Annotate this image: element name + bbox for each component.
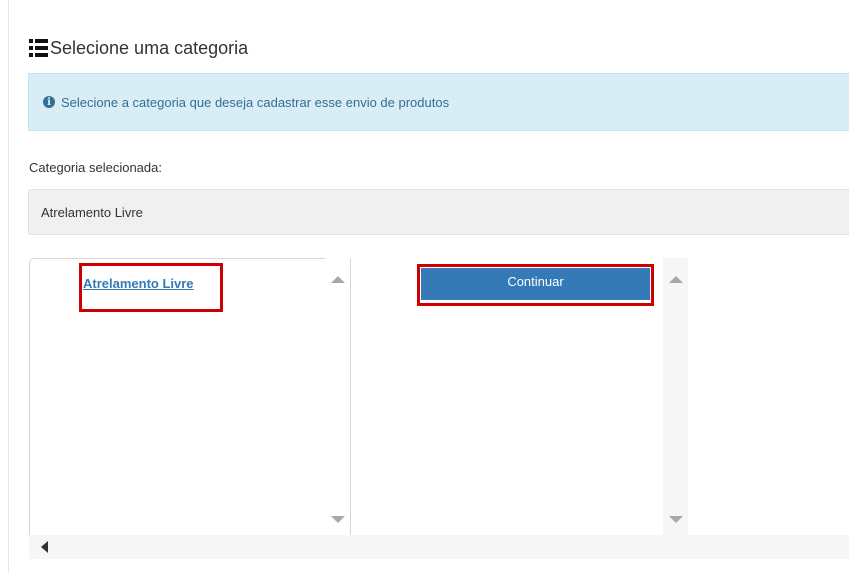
info-circle-icon: i bbox=[43, 96, 55, 108]
selected-category-field: Atrelamento Livre bbox=[28, 189, 849, 235]
list-icon bbox=[29, 39, 49, 57]
scroll-left-arrow-icon[interactable] bbox=[41, 541, 48, 553]
page-title-text: Selecione uma categoria bbox=[50, 37, 249, 58]
info-alert: i Selecione a categoria que deseja cadas… bbox=[28, 73, 849, 131]
page-title: Selecione uma categoria bbox=[29, 36, 248, 60]
selected-category-value: Atrelamento Livre bbox=[41, 204, 143, 220]
left-divider bbox=[8, 0, 9, 573]
highlight-box-continue bbox=[417, 264, 654, 306]
scroll-up-arrow-icon[interactable] bbox=[669, 276, 683, 283]
highlight-box-category bbox=[79, 263, 223, 312]
scroll-up-arrow-icon[interactable] bbox=[331, 276, 345, 283]
tree-vertical-scrollbar[interactable] bbox=[325, 258, 351, 535]
info-alert-text: Selecione a categoria que deseja cadastr… bbox=[61, 94, 450, 110]
content-vertical-scrollbar[interactable] bbox=[663, 258, 688, 535]
horizontal-scrollbar[interactable] bbox=[29, 535, 849, 559]
scroll-down-arrow-icon[interactable] bbox=[669, 516, 683, 523]
selected-category-label: Categoria selecionada: bbox=[29, 160, 162, 175]
scroll-down-arrow-icon[interactable] bbox=[331, 516, 345, 523]
